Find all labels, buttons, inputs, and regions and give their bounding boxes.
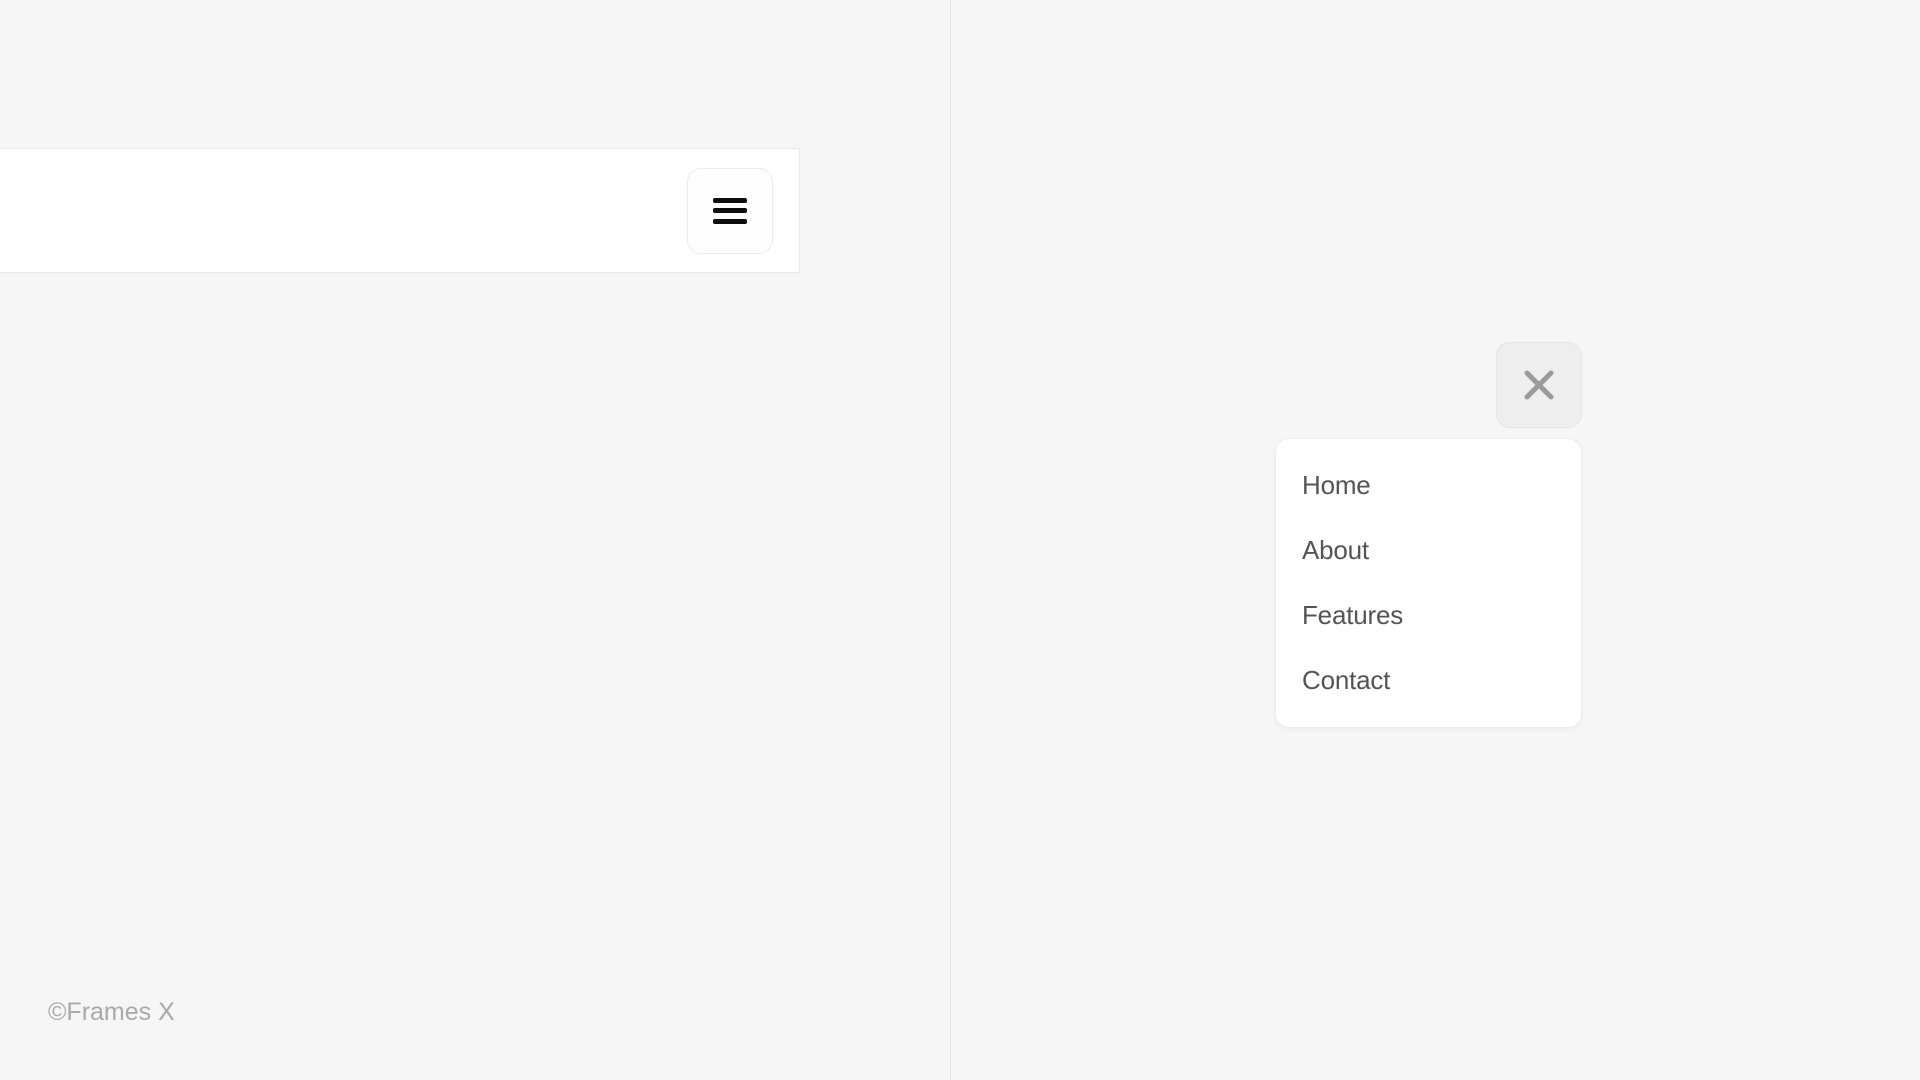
menu-item-label: Features xyxy=(1302,600,1403,630)
menu-item-label: Contact xyxy=(1302,665,1390,695)
menu-item-label: About xyxy=(1302,535,1369,565)
header-bar xyxy=(0,148,800,273)
menu-item-about[interactable]: About xyxy=(1276,518,1581,583)
menu-toggle-button[interactable] xyxy=(687,168,773,254)
menu-item-features[interactable]: Features xyxy=(1276,583,1581,648)
close-icon xyxy=(1522,368,1556,402)
menu-item-contact[interactable]: Contact xyxy=(1276,648,1581,713)
vertical-divider xyxy=(950,0,951,1080)
menu-item-home[interactable]: Home xyxy=(1276,453,1581,518)
menu-item-label: Home xyxy=(1302,470,1371,500)
footer-credit: ©Frames X xyxy=(48,998,175,1027)
menu-close-button[interactable] xyxy=(1496,342,1582,428)
hamburger-icon xyxy=(713,198,747,224)
menu-popover: Home About Features Contact xyxy=(1275,438,1582,728)
